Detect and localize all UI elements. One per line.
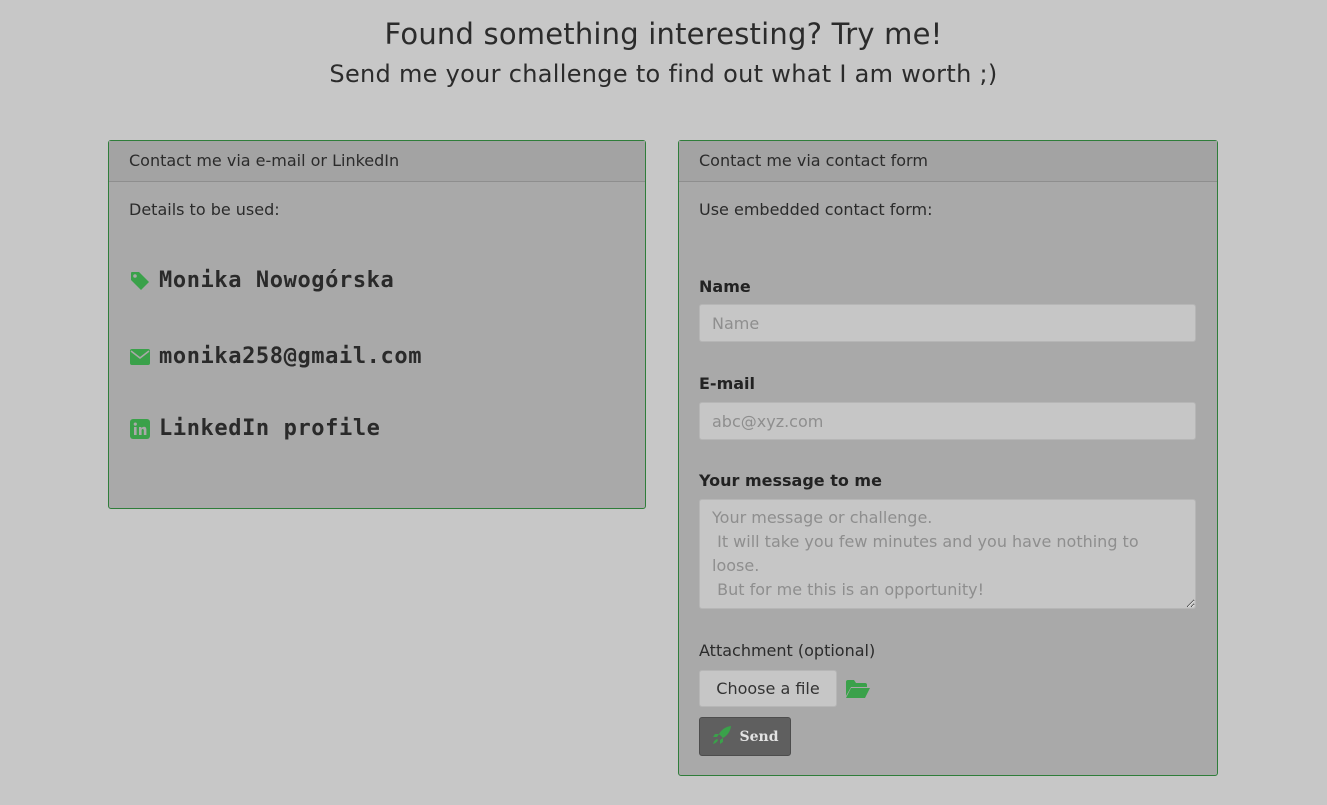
tag-icon [129,270,151,292]
message-label: Your message to me [699,471,882,490]
choose-file-button[interactable]: Choose a file [699,670,837,707]
linkedin-profile-link[interactable]: LinkedIn profile [129,416,381,441]
card-intro: Use embedded contact form: [699,200,933,219]
contact-name-text: Monika Nowogórska [159,268,395,293]
page-title: Found something interesting? Try me! [384,17,943,51]
name-label: Name [699,277,751,296]
contact-email-text[interactable]: monika258@gmail.com [159,344,422,369]
contact-name: Monika Nowogórska [129,268,394,293]
send-button-label: Send [739,728,779,745]
page-subtitle: Send me your challenge to find out what … [329,60,998,88]
email-label: E-mail [699,374,756,393]
contact-details-card: Contact me via e-mail or LinkedIn Detail… [108,140,646,509]
attachment-label: Attachment (optional) [699,641,876,660]
name-input[interactable] [699,304,1196,342]
send-button[interactable]: Send [699,717,791,756]
card-intro: Details to be used: [129,200,280,219]
card-header: Contact me via contact form [679,141,1217,182]
folder-open-icon[interactable] [845,678,871,700]
linkedin-profile-text[interactable]: LinkedIn profile [159,416,381,441]
linkedin-icon [129,418,151,440]
contact-form-card: Contact me via contact form Use embedded… [678,140,1218,776]
contact-email[interactable]: monika258@gmail.com [129,344,422,369]
envelope-icon [129,346,151,368]
rocket-icon [712,725,732,749]
card-header: Contact me via e-mail or LinkedIn [109,141,645,182]
message-textarea[interactable] [699,499,1196,609]
email-input[interactable] [699,402,1196,440]
